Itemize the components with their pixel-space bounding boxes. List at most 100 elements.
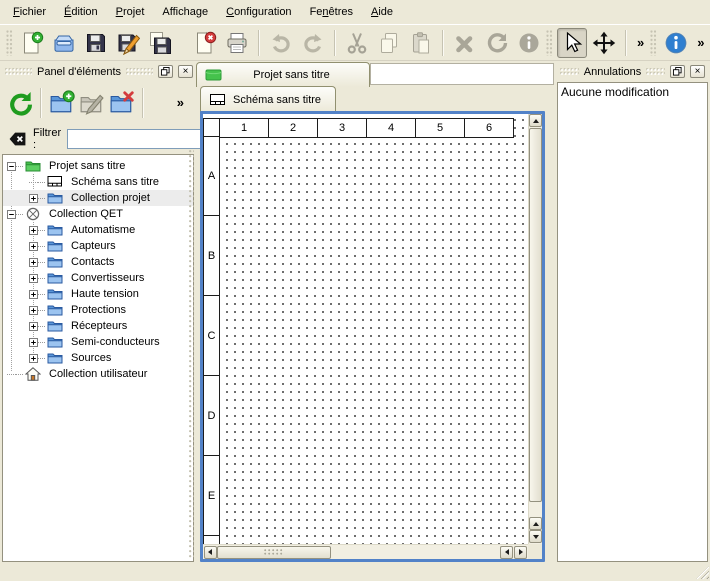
save-button[interactable] (81, 28, 111, 58)
horizontal-scrollbar[interactable] (203, 544, 528, 559)
tree-expander-minus[interactable] (7, 210, 16, 219)
copy-button[interactable] (374, 28, 404, 58)
tree-item-label: Projet sans titre (49, 160, 125, 172)
cut-button[interactable] (342, 28, 372, 58)
scroll-down-button[interactable] (529, 530, 542, 543)
schema-icon (47, 175, 65, 189)
tree-expander-plus[interactable] (29, 258, 38, 267)
toolbar-drag-handle[interactable] (546, 30, 553, 56)
tree-expander-plus[interactable] (29, 290, 38, 299)
tree-expander-plus[interactable] (29, 242, 38, 251)
tree-expander-plus[interactable] (29, 322, 38, 331)
tree-item[interactable]: Schéma sans titre (3, 174, 193, 190)
tree-expander-plus[interactable] (29, 194, 38, 203)
toolbar-overflow-button[interactable]: » (633, 35, 648, 50)
element-info-button[interactable] (514, 28, 544, 58)
tree-item[interactable]: Sources (3, 350, 193, 366)
toolbar-drag-handle[interactable] (6, 30, 13, 56)
scroll-left-button[interactable] (204, 546, 217, 559)
rotate-button[interactable] (482, 28, 512, 58)
undo-list-item[interactable]: Aucune modification (561, 85, 704, 100)
cut-icon (345, 31, 369, 55)
tree-item[interactable]: Projet sans titre (3, 158, 193, 174)
undo-history-list[interactable]: Aucune modification (557, 82, 708, 562)
schema-canvas[interactable]: 123456 ABCDE (203, 114, 528, 544)
folder-new-icon (49, 90, 75, 116)
column-header-cell: 4 (366, 118, 416, 138)
menu-affichage[interactable]: Affichage (153, 2, 217, 22)
tree-expander-plus[interactable] (29, 306, 38, 315)
undo-button[interactable] (266, 28, 296, 58)
select-tool-button[interactable] (557, 28, 587, 58)
tree-item[interactable]: Haute tension (3, 286, 193, 302)
tree-expander-plus[interactable] (29, 338, 38, 347)
resize-grip[interactable] (696, 566, 709, 579)
vertical-scroll-thumb[interactable] (529, 128, 542, 502)
pointer-icon (560, 31, 584, 55)
tree-expander-plus[interactable] (29, 274, 38, 283)
scroll-right-button[interactable] (514, 546, 527, 559)
project-tab-label: Projet sans titre (253, 69, 329, 81)
scroll-up-button[interactable] (529, 114, 542, 127)
menu-fichier[interactable]: Fichier (4, 2, 55, 22)
tree-item[interactable]: Récepteurs (3, 318, 193, 334)
scroll-up-button-2[interactable] (529, 517, 542, 530)
open-document-button[interactable] (49, 28, 79, 58)
dock-splitter[interactable] (189, 150, 194, 560)
delete-button[interactable] (450, 28, 480, 58)
tree-item[interactable]: Collection projet (3, 190, 193, 206)
column-header-cell: 1 (219, 118, 269, 138)
redo-button[interactable] (298, 28, 328, 58)
tree-expander-minus[interactable] (7, 162, 16, 171)
print-button[interactable] (222, 28, 252, 58)
move-tool-button[interactable] (589, 28, 619, 58)
reload-collections-button[interactable] (5, 88, 35, 118)
filter-input[interactable] (67, 129, 217, 149)
schema-view[interactable]: 123456 ABCDE (200, 111, 545, 562)
info-gray-icon (517, 31, 541, 55)
tree-item[interactable]: Contacts (3, 254, 193, 270)
tree-item[interactable]: Automatisme (3, 222, 193, 238)
scroll-left-button-2[interactable] (500, 546, 513, 559)
horizontal-scroll-thumb[interactable] (217, 546, 331, 559)
tree-item[interactable]: Capteurs (3, 238, 193, 254)
folder-blue-icon (47, 223, 65, 237)
toolbar-drag-handle[interactable] (650, 30, 657, 56)
folder-blue-icon (47, 287, 65, 301)
menu-edition[interactable]: Édition (55, 2, 107, 22)
close-panel-button[interactable]: × (178, 65, 193, 78)
folder-blue-icon (47, 191, 65, 205)
tree-item[interactable]: Protections (3, 302, 193, 318)
tree-expander-plus[interactable] (29, 226, 38, 235)
float-panel-button[interactable] (158, 65, 173, 78)
save-all-button[interactable] (145, 28, 175, 58)
tree-item[interactable]: Collection QET (3, 206, 193, 222)
edit-category-button[interactable] (77, 88, 107, 118)
panel-overflow-button[interactable]: » (173, 95, 188, 110)
about-qet-button[interactable] (661, 28, 691, 58)
menu-fenetres[interactable]: Fenêtres (301, 2, 362, 22)
menu-aide[interactable]: Aide (362, 2, 402, 22)
save-as-button[interactable] (113, 28, 143, 58)
close-panel-button[interactable]: × (690, 65, 705, 78)
project-tab[interactable]: Projet sans titre (196, 62, 370, 87)
paste-button[interactable] (406, 28, 436, 58)
tree-expander-plus[interactable] (29, 354, 38, 363)
tree-item[interactable]: Convertisseurs (3, 270, 193, 286)
dock-texture (560, 68, 579, 76)
new-category-button[interactable] (47, 88, 77, 118)
schema-tab[interactable]: Schéma sans titre (200, 86, 336, 112)
tree-item[interactable]: Semi-conducteurs (3, 334, 193, 350)
toolbar-separator (334, 30, 336, 56)
menu-projet[interactable]: Projet (107, 2, 154, 22)
toolbar-overflow-2-button[interactable]: » (693, 35, 708, 50)
menu-configuration[interactable]: Configuration (217, 2, 300, 22)
delete-category-button[interactable] (107, 88, 137, 118)
new-document-button[interactable] (17, 28, 47, 58)
float-panel-button[interactable] (670, 65, 685, 78)
vertical-scrollbar[interactable] (528, 114, 542, 544)
elements-panel-toolbar: » (2, 81, 196, 124)
clear-filter-icon[interactable] (8, 131, 27, 147)
tree-item[interactable]: Collection utilisateur (3, 366, 193, 382)
close-document-button[interactable] (190, 28, 220, 58)
